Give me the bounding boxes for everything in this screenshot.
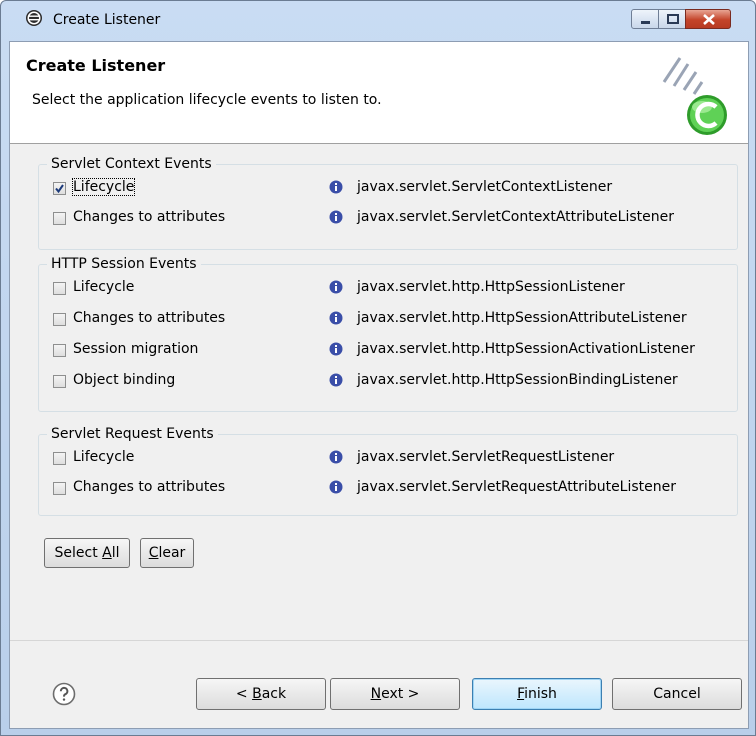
button-label-suffix: inish [524,686,557,702]
mnemonic-letter: N [370,686,382,702]
button-label-suffix: lear [158,545,186,561]
lifecycle-checkbox[interactable] [53,282,66,295]
group-legend: Servlet Request Events [51,426,214,442]
back-button[interactable]: < Back [196,678,326,710]
next-button[interactable]: Next > [330,678,460,710]
class-wizard-icon [662,57,727,135]
list-item: Object binding javax.servlet.http.HttpSe… [39,371,739,397]
dialog-window: Create Listener Create Listener Select t… [0,0,756,736]
list-item: Changes to attributes javax.servlet.Serv… [39,208,739,234]
help-icon[interactable] [52,682,76,706]
checkbox-label[interactable]: Lifecycle [73,449,134,465]
interface-name: javax.servlet.ServletContextAttributeLis… [357,209,674,225]
minimize-icon [641,21,650,24]
object-binding-checkbox[interactable] [53,375,66,388]
list-item: Changes to attributes javax.servlet.http… [39,309,739,335]
button-label-prefix: < [235,686,253,702]
checkmark-icon [55,184,64,194]
list-item: Lifecycle javax.servlet.ServletContextLi… [39,178,739,204]
changes-to-attributes-checkbox[interactable] [53,212,66,225]
footer-separator [10,640,748,641]
checkbox-label[interactable]: Object binding [73,372,175,388]
eclipse-icon [26,10,42,26]
button-label-suffix: ack [261,686,287,702]
info-icon [329,480,343,494]
close-button[interactable] [685,9,731,29]
mnemonic-letter: A [102,545,112,561]
list-item: Changes to attributes javax.servlet.Serv… [39,478,739,504]
session-migration-checkbox[interactable] [53,344,66,357]
interface-name: javax.servlet.http.HttpSessionListener [357,279,625,295]
checkbox-label[interactable]: Session migration [73,341,198,357]
interface-name: javax.servlet.http.HttpSessionAttributeL… [357,310,687,326]
clear-button[interactable]: Clear [140,538,194,568]
changes-to-attributes-checkbox[interactable] [53,313,66,326]
info-icon [329,450,343,464]
group-legend: HTTP Session Events [51,256,197,272]
info-icon [329,342,343,356]
interface-name: javax.servlet.http.HttpSessionActivation… [357,341,695,357]
checkbox-label[interactable]: Lifecycle [71,178,136,196]
info-icon [329,280,343,294]
cancel-button[interactable]: Cancel [612,678,742,710]
info-icon [329,210,343,224]
maximize-icon [667,14,679,24]
http-session-events-group: HTTP Session Events Lifecycle javax.serv… [38,256,738,412]
interface-name: javax.servlet.http.HttpSessionBindingLis… [357,372,678,388]
checkbox-label[interactable]: Lifecycle [73,279,134,295]
button-label-suffix: ll [111,545,120,561]
interface-name: javax.servlet.ServletContextListener [357,179,613,195]
maximize-button[interactable] [658,9,686,29]
page-description: Select the application lifecycle events … [32,92,382,108]
checkbox-label[interactable]: Changes to attributes [73,310,225,326]
mnemonic-letter: B [252,686,262,702]
mnemonic-letter: C [148,545,159,561]
finish-button[interactable]: Finish [472,678,602,710]
title-bar[interactable]: Create Listener [1,1,755,41]
lifecycle-checkbox[interactable] [53,182,66,195]
list-item: Lifecycle javax.servlet.http.HttpSession… [39,278,739,304]
minimize-button[interactable] [631,9,659,29]
servlet-context-events-group: Servlet Context Events Lifecycle javax.s… [38,156,738,250]
group-legend: Servlet Context Events [51,156,212,172]
list-item: Session migration javax.servlet.http.Htt… [39,340,739,366]
checkbox-label[interactable]: Changes to attributes [73,209,225,225]
list-item: Lifecycle javax.servlet.ServletRequestLi… [39,448,739,474]
checkbox-label[interactable]: Changes to attributes [73,479,225,495]
info-icon [329,180,343,194]
window-title: Create Listener [53,12,161,28]
info-icon [329,311,343,325]
page-title: Create Listener [26,56,166,75]
changes-to-attributes-checkbox[interactable] [53,482,66,495]
lifecycle-checkbox[interactable] [53,452,66,465]
button-label-prefix: Select [54,545,103,561]
close-icon [703,14,715,25]
servlet-request-events-group: Servlet Request Events Lifecycle javax.s… [38,426,738,516]
interface-name: javax.servlet.ServletRequestListener [357,449,615,465]
info-icon [329,373,343,387]
wizard-banner: Create Listener Select the application l… [10,42,748,144]
select-all-button[interactable]: Select All [44,538,130,568]
interface-name: javax.servlet.ServletRequestAttributeLis… [357,479,677,495]
dialog-content: Create Listener Select the application l… [9,41,749,729]
button-label-suffix: ext > [381,686,420,702]
